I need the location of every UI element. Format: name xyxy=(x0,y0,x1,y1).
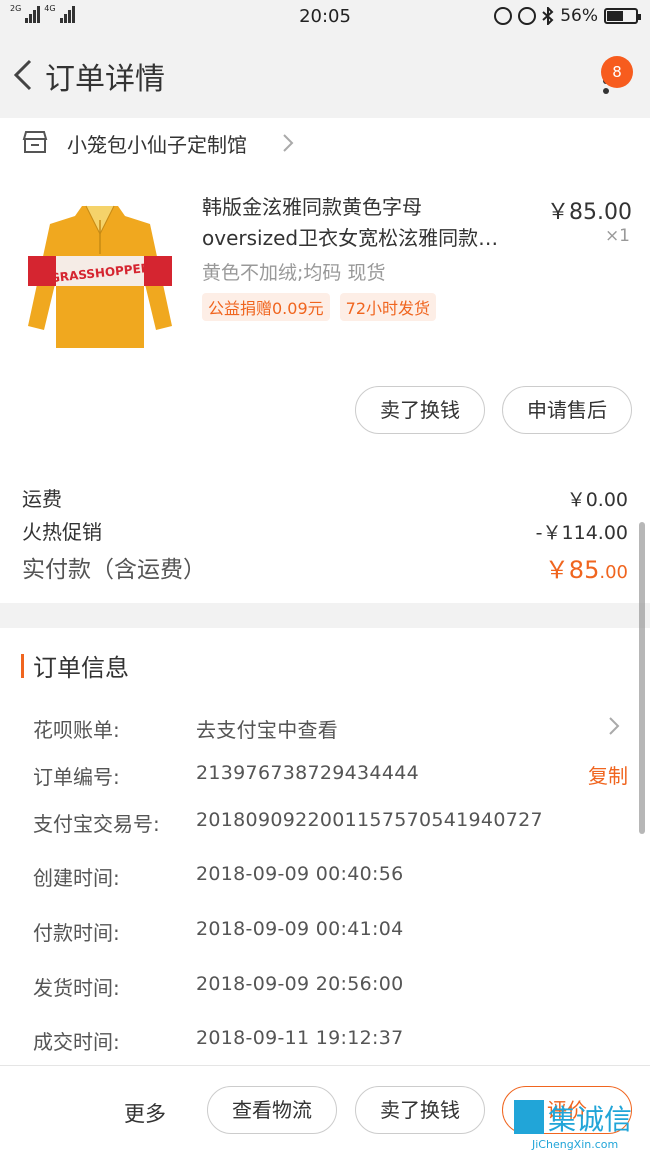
shop-icon xyxy=(22,131,48,153)
view-logistics-button[interactable]: 查看物流 xyxy=(207,1086,337,1134)
completed-time-value: 2018-09-11 19:12:37 xyxy=(196,1027,404,1049)
back-arrow-icon[interactable] xyxy=(12,58,34,92)
battery-fill xyxy=(607,11,623,21)
paid-total-main: ￥85 xyxy=(544,556,600,584)
watermark-box xyxy=(514,1100,544,1134)
chevron-right-icon[interactable] xyxy=(608,716,620,736)
paid-total-value: ￥85.00 xyxy=(545,550,628,585)
watermark-subtext: JiChengXin.com xyxy=(532,1138,619,1151)
bluetooth-icon xyxy=(542,7,554,25)
sell-for-cash-button[interactable]: 卖了换钱 xyxy=(355,386,485,434)
status-bar: 2G 4G 20:05 56% xyxy=(0,0,650,34)
charity-tag: 公益捐赠0.09元 xyxy=(202,293,330,321)
product-spec: 黄色不加绒;均码 现货 xyxy=(202,262,386,284)
nav-bar: 订单详情 8 xyxy=(0,34,650,118)
watermark-text: 集诚信 xyxy=(548,1103,633,1136)
huabei-value[interactable]: 去支付宝中查看 xyxy=(196,714,338,743)
created-time-label: 创建时间: xyxy=(33,866,120,890)
order-item-card: 小笼包小仙子定制馆 GRASSHOPPER 韩版金泫雅同款黄色字母 oversi… xyxy=(0,118,650,603)
watermark-logo: 集诚信 JiChengXin.com xyxy=(514,1098,650,1155)
completed-time-label: 成交时间: xyxy=(33,1030,120,1054)
copy-order-number-button[interactable]: 复制 xyxy=(588,760,628,789)
page-title: 订单详情 xyxy=(45,62,165,97)
alarm-icon xyxy=(518,7,537,25)
after-sale-button[interactable]: 申请售后 xyxy=(502,386,632,434)
rotation-lock-icon xyxy=(494,7,513,25)
product-title[interactable]: 韩版金泫雅同款黄色字母 oversized卫衣女宽松泫雅同款… xyxy=(202,192,537,254)
shipped-time-label: 发货时间: xyxy=(33,976,120,1000)
battery-percent: 56% xyxy=(560,6,598,26)
product-quantity: ×1 xyxy=(604,226,630,246)
sell-for-cash-bottom-button[interactable]: 卖了换钱 xyxy=(355,1086,485,1134)
created-time-value: 2018-09-09 00:40:56 xyxy=(196,863,404,885)
product-tags: 公益捐赠0.09元 72小时发货 xyxy=(202,293,437,321)
promo-label: 火热促销 xyxy=(22,520,102,544)
battery-icon xyxy=(604,8,641,24)
huabei-label: 花呗账单: xyxy=(33,718,120,742)
order-number-value: 213976738729434444 xyxy=(196,762,419,784)
product-title-line2: oversized卫衣女宽松泫雅同款… xyxy=(202,226,499,250)
product-image[interactable]: GRASSHOPPER xyxy=(20,198,180,356)
alipay-trade-value: 2018090922001157570541940727 xyxy=(196,809,543,831)
chevron-right-icon xyxy=(283,134,294,152)
alipay-trade-label: 支付宝交易号: xyxy=(33,812,160,836)
paid-total-label: 实付款（含运费） xyxy=(22,557,206,583)
order-number-label: 订单编号: xyxy=(33,765,120,789)
more-button[interactable]: 更多 xyxy=(124,1098,166,1128)
paid-time-value: 2018-09-09 00:41:04 xyxy=(196,918,404,940)
paid-time-label: 付款时间: xyxy=(33,921,120,945)
order-info-title: 订单信息 xyxy=(33,654,129,682)
status-icons: 56% xyxy=(494,6,641,26)
section-accent-bar xyxy=(21,654,24,678)
order-info-card: 订单信息 花呗账单: 去支付宝中查看 订单编号: 213976738729434… xyxy=(0,628,650,1068)
shop-name[interactable]: 小笼包小仙子定制馆 xyxy=(67,129,247,158)
shipping-fee-label: 运费 xyxy=(22,487,62,511)
product-title-line1: 韩版金泫雅同款黄色字母 xyxy=(202,195,422,219)
scrollbar[interactable] xyxy=(639,522,645,834)
notification-badge: 8 xyxy=(601,56,633,88)
shipping-fee-value: ￥0.00 xyxy=(566,489,628,511)
product-price: ￥85.00 xyxy=(547,200,632,225)
shipped-time-value: 2018-09-09 20:56:00 xyxy=(196,973,404,995)
shipping-tag: 72小时发货 xyxy=(339,293,437,321)
paid-total-decimal: .00 xyxy=(599,562,628,583)
shop-row[interactable]: 小笼包小仙子定制馆 xyxy=(0,118,650,168)
promo-value: -￥114.00 xyxy=(535,522,628,544)
